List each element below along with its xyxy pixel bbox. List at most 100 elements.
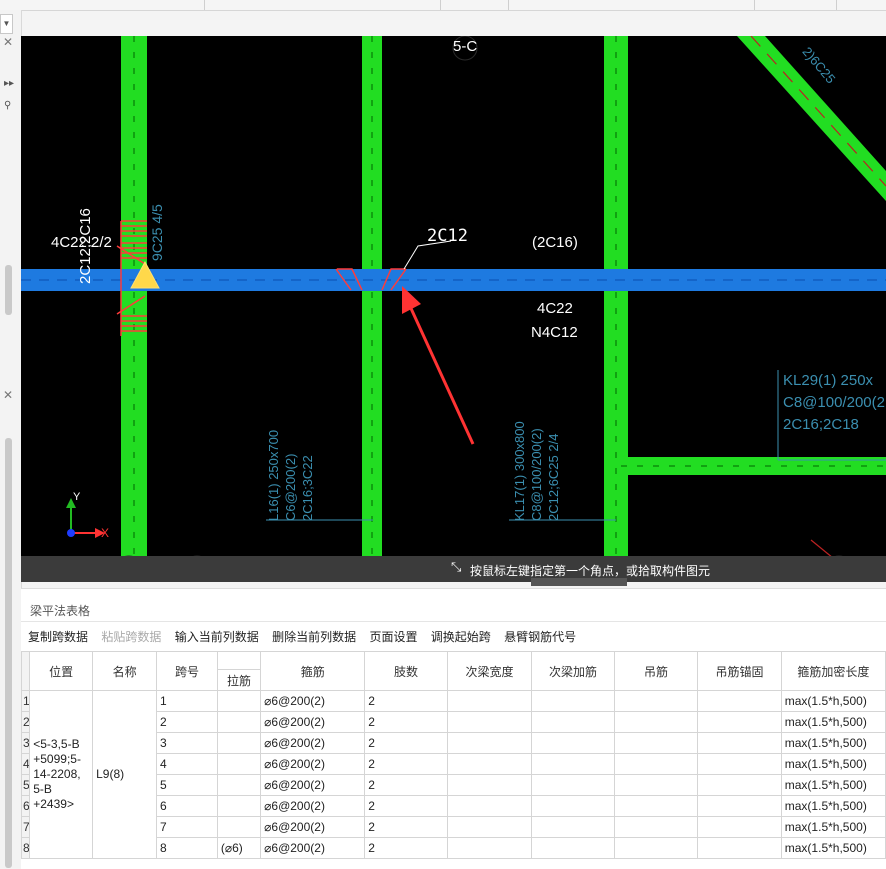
scrollbar-thumb[interactable] <box>5 265 12 315</box>
row-number[interactable]: 2 <box>20 711 31 733</box>
page-setup-button[interactable]: 页面设置 <box>369 628 417 645</box>
col-header-stirrup[interactable]: 箍筋 <box>260 651 366 691</box>
row-number[interactable]: 4 <box>20 753 31 775</box>
stirrup-cell[interactable]: ⌀6@200(2) <box>260 774 366 796</box>
col-header-position[interactable]: 位置 <box>29 651 94 691</box>
sec-add-cell[interactable] <box>531 795 615 817</box>
row-number[interactable]: 8 <box>20 837 31 859</box>
legs-cell[interactable]: 2 <box>364 690 448 712</box>
row-number[interactable]: 6 <box>20 795 31 817</box>
swap-start-span-button[interactable]: 调换起始跨 <box>431 628 491 645</box>
prompt-tab[interactable] <box>531 578 627 586</box>
dense-length-cell[interactable]: max(1.5*h,500) <box>780 690 886 712</box>
hanger-cell[interactable] <box>613 690 699 712</box>
sec-add-cell[interactable] <box>531 753 615 775</box>
row-number[interactable]: 7 <box>20 816 31 838</box>
col-header-name[interactable]: 名称 <box>92 651 158 691</box>
sec-add-cell[interactable] <box>531 837 615 859</box>
span-cell[interactable]: 5 <box>156 774 218 796</box>
dense-length-cell[interactable]: max(1.5*h,500) <box>780 732 886 754</box>
hanger-cell[interactable] <box>613 795 699 817</box>
sec-width-cell[interactable] <box>446 795 533 817</box>
hanger-anchor-cell[interactable] <box>697 816 782 838</box>
tie-cell[interactable] <box>216 774 262 796</box>
hanger-anchor-cell[interactable] <box>697 795 782 817</box>
col-header-legs[interactable]: 肢数 <box>364 651 448 691</box>
col-header-sec-add[interactable]: 次梁加筋 <box>531 651 615 691</box>
stirrup-cell[interactable]: ⌀6@200(2) <box>260 753 366 775</box>
span-cell[interactable]: 4 <box>156 753 218 775</box>
tie-cell[interactable] <box>216 753 262 775</box>
stirrup-cell[interactable]: ⌀6@200(2) <box>260 795 366 817</box>
hanger-cell[interactable] <box>613 774 699 796</box>
col-header-sec-width[interactable]: 次梁宽度 <box>446 651 533 691</box>
copy-span-data-button[interactable]: 复制跨数据 <box>28 628 88 645</box>
stirrup-cell[interactable]: ⌀6@200(2) <box>260 690 366 712</box>
paste-span-data-button[interactable]: 粘贴跨数据 <box>101 628 161 645</box>
hanger-anchor-cell[interactable] <box>697 753 782 775</box>
sec-width-cell[interactable] <box>446 690 533 712</box>
input-column-data-button[interactable]: 输入当前列数据 <box>175 628 259 645</box>
hanger-anchor-cell[interactable] <box>697 732 782 754</box>
stirrup-cell[interactable]: ⌀6@200(2) <box>260 711 366 733</box>
legs-cell[interactable]: 2 <box>364 795 448 817</box>
tie-cell[interactable]: (⌀6) <box>216 837 262 859</box>
dense-length-cell[interactable]: max(1.5*h,500) <box>780 795 886 817</box>
search-icon[interactable]: ⚲ <box>4 100 11 111</box>
sec-add-cell[interactable] <box>531 774 615 796</box>
stirrup-cell[interactable]: ⌀6@200(2) <box>260 816 366 838</box>
legs-cell[interactable]: 2 <box>364 816 448 838</box>
sec-add-cell[interactable] <box>531 816 615 838</box>
name-cell[interactable]: L9(8) <box>92 690 158 859</box>
hanger-anchor-cell[interactable] <box>697 774 782 796</box>
col-header-span[interactable]: 跨号 <box>156 651 218 691</box>
top-cell[interactable] <box>440 0 509 10</box>
top-cell[interactable] <box>754 0 837 10</box>
expand-icon[interactable]: ▸▸ <box>4 78 14 89</box>
stirrup-cell[interactable]: ⌀6@200(2) <box>260 732 366 754</box>
sec-add-cell[interactable] <box>531 711 615 733</box>
span-cell[interactable]: 6 <box>156 795 218 817</box>
cantilever-code-button[interactable]: 悬臂钢筋代号 <box>504 628 576 645</box>
span-cell[interactable]: 1 <box>156 690 218 712</box>
dense-length-cell[interactable]: max(1.5*h,500) <box>780 816 886 838</box>
row-number[interactable]: 1 <box>20 690 31 712</box>
legs-cell[interactable]: 2 <box>364 837 448 859</box>
span-cell[interactable]: 8 <box>156 837 218 859</box>
span-cell[interactable]: 3 <box>156 732 218 754</box>
dense-length-cell[interactable]: max(1.5*h,500) <box>780 837 886 859</box>
dense-length-cell[interactable]: max(1.5*h,500) <box>780 753 886 775</box>
legs-cell[interactable]: 2 <box>364 732 448 754</box>
close-icon[interactable]: ✕ <box>3 388 13 402</box>
hanger-anchor-cell[interactable] <box>697 711 782 733</box>
sec-width-cell[interactable] <box>446 816 533 838</box>
col-header-tie[interactable]: 拉筋 <box>216 669 262 691</box>
col-header-hanger[interactable]: 吊筋 <box>613 651 699 691</box>
sec-width-cell[interactable] <box>446 732 533 754</box>
span-cell[interactable]: 7 <box>156 816 218 838</box>
sec-add-cell[interactable] <box>531 690 615 712</box>
row-number[interactable]: 5 <box>20 774 31 796</box>
tie-cell[interactable] <box>216 816 262 838</box>
scrollbar-thumb[interactable] <box>5 438 12 868</box>
span-cell[interactable]: 2 <box>156 711 218 733</box>
top-cell[interactable] <box>204 0 441 10</box>
table-row[interactable]: 1 <5-3,5-B +5099;5-14-2208, 5-B +2439> L… <box>20 690 886 859</box>
hanger-cell[interactable] <box>613 816 699 838</box>
close-icon[interactable]: ✕ <box>3 35 13 49</box>
hanger-cell[interactable] <box>613 837 699 859</box>
top-cell[interactable] <box>0 0 205 10</box>
sec-width-cell[interactable] <box>446 774 533 796</box>
dense-length-cell[interactable]: max(1.5*h,500) <box>780 774 886 796</box>
drawing-canvas[interactable] <box>21 36 886 581</box>
hanger-cell[interactable] <box>613 732 699 754</box>
sec-width-cell[interactable] <box>446 753 533 775</box>
sec-width-cell[interactable] <box>446 837 533 859</box>
legs-cell[interactable]: 2 <box>364 753 448 775</box>
legs-cell[interactable]: 2 <box>364 774 448 796</box>
sec-width-cell[interactable] <box>446 711 533 733</box>
col-header-dense-length[interactable]: 箍筋加密长度 <box>780 651 886 691</box>
tie-cell[interactable] <box>216 711 262 733</box>
top-cell[interactable] <box>508 0 755 10</box>
position-cell[interactable]: <5-3,5-B +5099;5-14-2208, 5-B +2439> <box>29 690 94 859</box>
